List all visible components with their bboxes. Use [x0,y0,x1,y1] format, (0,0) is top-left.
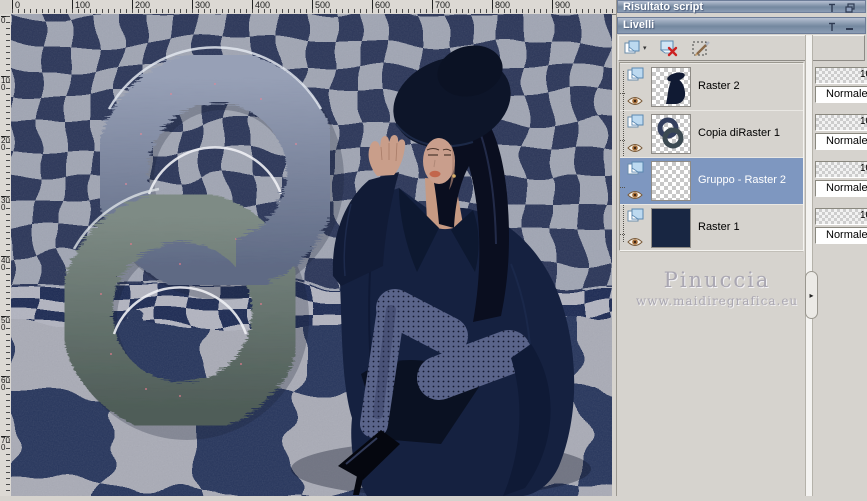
blend-mode-value: Normale [826,88,867,100]
layer-visibility-eye-icon[interactable] [627,187,647,205]
opacity-value: 100 [860,163,867,174]
layer-thumbnail[interactable] [651,208,691,248]
layer-blend-select[interactable]: Normale [815,133,867,150]
hruler-label: 600 [372,0,390,13]
layer-opacity-slider[interactable]: 100 [815,114,867,131]
layer-opacity-slider[interactable]: 100 [815,67,867,84]
watermark-name: Pinuccia [663,268,771,292]
script-result-title: Risultato script [623,1,704,13]
hruler-label: 200 [132,0,150,13]
layers-panel-titlebar[interactable]: Livelli [617,17,866,34]
layer-name[interactable]: Gruppo - Raster 2 [698,174,786,186]
vruler-label: 500 [1,316,10,332]
layer-name[interactable]: Raster 1 [698,221,740,233]
layer-row-gruppo-raster2[interactable]: Gruppo - Raster 2 [620,157,803,205]
layer-thumbnail[interactable] [651,161,691,201]
minimize-panel-icon[interactable] [845,22,857,32]
hruler-label: 300 [192,0,210,13]
raster-layer-page-icon [627,161,647,181]
pin-icon[interactable] [827,22,839,32]
opacity-value: 100 [860,210,867,221]
hruler-label: 700 [432,0,450,13]
app-window: { "script_panel": { "title": "Risultato … [0,0,867,501]
hruler-label: 900 [552,0,570,13]
layer-thumbnail[interactable] [651,67,691,107]
watermark: Pinuccia www.maidiregrafica.eu [627,268,807,308]
layer-blend-select[interactable]: Normale [815,180,867,197]
blend-mode-value: Normale [826,135,867,147]
vruler-label: 100 [1,76,10,92]
new-layer-dropdown-arrow[interactable]: ▾ [643,44,647,52]
hruler-label: 800 [492,0,510,13]
layer-blend-select[interactable]: Normale [815,227,867,244]
hruler-label: 400 [252,0,270,13]
artwork-svg [0,0,642,501]
opacity-value: 100 [860,69,867,80]
vruler-label: 600 [1,376,10,392]
restore-window-icon[interactable] [845,3,857,13]
layer-visibility-eye-icon[interactable] [627,140,647,158]
vruler-label: 400 [1,256,10,272]
hruler-label: 0 [12,0,20,13]
layer-name[interactable]: Raster 2 [698,80,740,92]
layer-row-raster1[interactable]: Raster 1 [620,204,803,252]
watermark-url: www.maidiregrafica.eu [635,294,799,308]
raster-layer-page-icon [627,114,647,134]
collapse-arrow-icon: ▸ [809,290,814,300]
raster-layer-page-icon [627,208,647,228]
canvas-image[interactable] [0,0,642,501]
blend-mode-value: Normale [826,182,867,194]
layers-toolbar: ▾ [618,35,865,61]
layer-row-raster2[interactable]: Raster 2 [620,63,803,111]
layer-opacity-slider[interactable]: 100 [815,208,867,225]
panel-splitter[interactable] [805,35,813,496]
raster-layer-page-icon [627,67,647,87]
layers-panel-title: Livelli [623,19,655,31]
vruler-label: 300 [1,196,10,212]
opacity-value: 100 [860,116,867,127]
layers-list: Raster 2 Copia diRaster 1 Gruppo - Raste… [619,62,804,252]
new-layer-button[interactable]: ▾ [622,38,649,58]
hruler-label: 100 [72,0,90,13]
layer-thumbnail[interactable] [651,114,691,154]
pin-icon[interactable] [827,3,839,13]
vruler-label: 700 [1,436,10,452]
layer-opacity-slider[interactable]: 100 [815,161,867,178]
layer-row-copia-diraster1[interactable]: Copia diRaster 1 [620,110,803,158]
horizontal-ruler[interactable]: 0 100 200 300 400 500 600 700 800 900 [11,0,616,15]
layer-visibility-eye-icon[interactable] [627,234,647,252]
hruler-label: 500 [312,0,330,13]
script-result-titlebar[interactable]: Risultato script [617,0,866,13]
edit-selection-button[interactable] [690,38,714,58]
right-dock: Risultato script Livelli ▾ Raster 2 Copi… [617,0,867,496]
image-workspace: 0 100 200 300 400 500 600 700 800 900 0 … [0,0,642,501]
layer-blend-select[interactable]: Normale [815,86,867,103]
layer-name[interactable]: Copia diRaster 1 [698,127,780,139]
vruler-label: 0 [1,16,10,25]
vruler-label: 200 [1,136,10,152]
delete-layer-button[interactable] [658,38,681,58]
layer-visibility-eye-icon[interactable] [627,93,647,111]
blend-mode-value: Normale [826,229,867,241]
collapse-handle[interactable]: ▸ [805,271,818,319]
